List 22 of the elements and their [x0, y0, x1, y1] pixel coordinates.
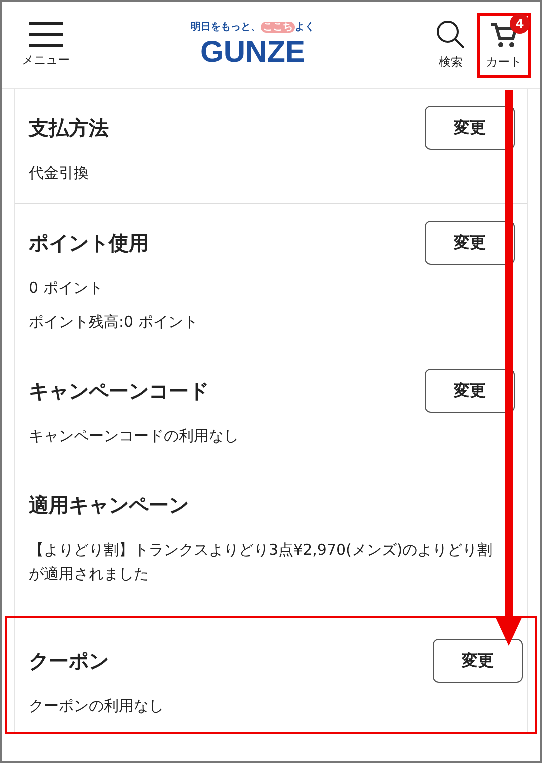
- section-text: クーポンの利用なし: [29, 696, 165, 717]
- section-text: 0 ポイント: [29, 278, 104, 299]
- section-text: 【よりどり割】トランクスよりどり3点¥2,970(メンズ)のよりどり割が適用されました: [29, 540, 494, 585]
- section-title: 適用キャンペーン: [29, 492, 189, 518]
- section-text: 代金引換: [29, 163, 90, 184]
- logo[interactable]: 明日をもっと、 ここち よく GUNZE: [191, 20, 315, 70]
- search-button[interactable]: 検索: [430, 16, 472, 74]
- cart-count-badge: 4: [510, 14, 530, 34]
- change-button[interactable]: 変更: [425, 221, 515, 265]
- search-icon: [436, 20, 466, 50]
- section-title: キャンペーンコード: [29, 378, 209, 404]
- menu-button[interactable]: メニュー: [16, 18, 76, 72]
- menu-icon: [29, 22, 63, 48]
- section-text: ポイント残高:0 ポイント: [29, 312, 200, 333]
- section-title: ポイント使用: [29, 230, 149, 256]
- change-button[interactable]: 変更: [425, 106, 515, 150]
- section-text: キャンペーンコードの利用なし: [29, 426, 240, 447]
- cart-button[interactable]: カート 4: [480, 16, 528, 74]
- change-button[interactable]: 変更: [433, 639, 523, 683]
- section-title: 支払方法: [29, 114, 109, 142]
- change-button[interactable]: 変更: [425, 369, 515, 413]
- section-title: クーポン: [29, 648, 109, 674]
